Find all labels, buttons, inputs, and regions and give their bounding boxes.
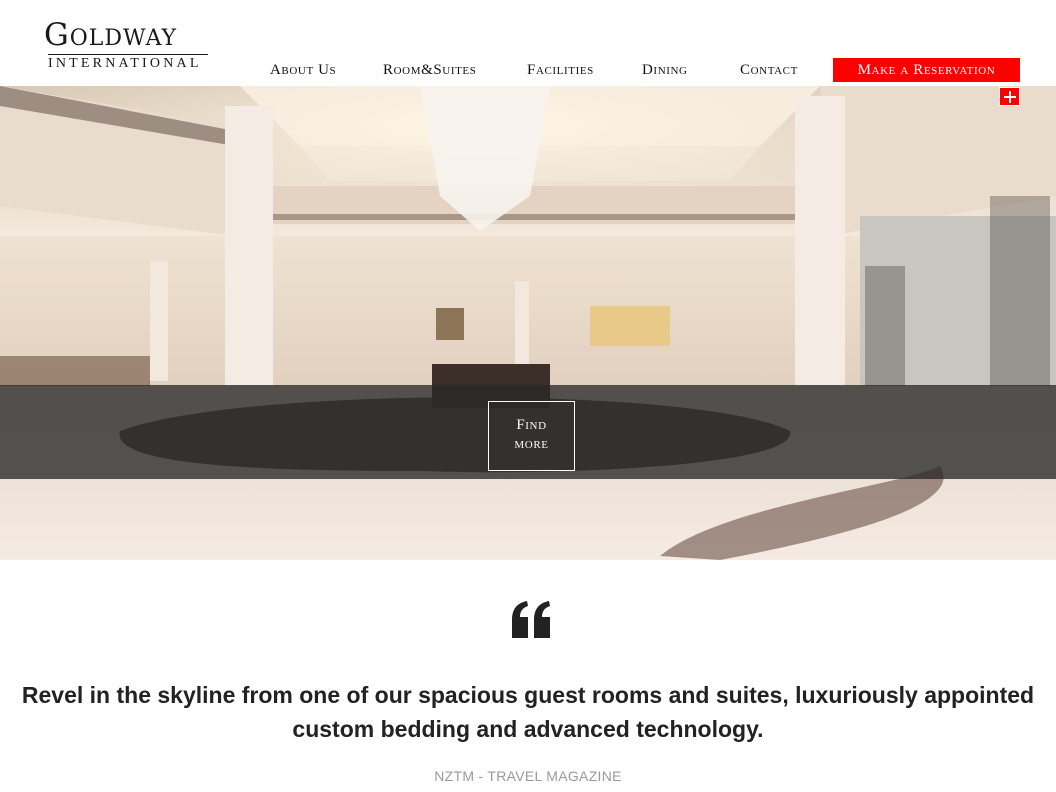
testimonial-text: Revel in the skyline from one of our spa… [21,682,1035,742]
quote-icon [512,601,550,638]
testimonial-source: NZTM - TRAVEL MAGAZINE [434,768,622,784]
nav-room-suites[interactable]: Room&Suites [383,60,476,80]
site-header: Goldway INTERNATIONAL About Us Room&Suit… [0,0,1056,86]
make-reservation-button[interactable]: Make a Reservation [833,58,1020,82]
nav-dining[interactable]: Dining [642,60,688,80]
hero-banner [0,86,1056,560]
find-more-line1: Find [516,417,547,433]
nav-about-us[interactable]: About Us [270,60,336,80]
nav-facilities[interactable]: Facilities [527,60,594,80]
brand-name: Goldway [44,18,177,52]
hero-lobby-image [0,86,1056,560]
plus-icon[interactable] [999,87,1020,106]
nav-contact[interactable]: Contact [740,60,798,80]
find-more-button[interactable]: Find more [488,401,575,471]
logo-divider [48,54,208,55]
brand-name-text: Goldway [44,17,178,53]
find-more-line2: more [514,436,549,452]
